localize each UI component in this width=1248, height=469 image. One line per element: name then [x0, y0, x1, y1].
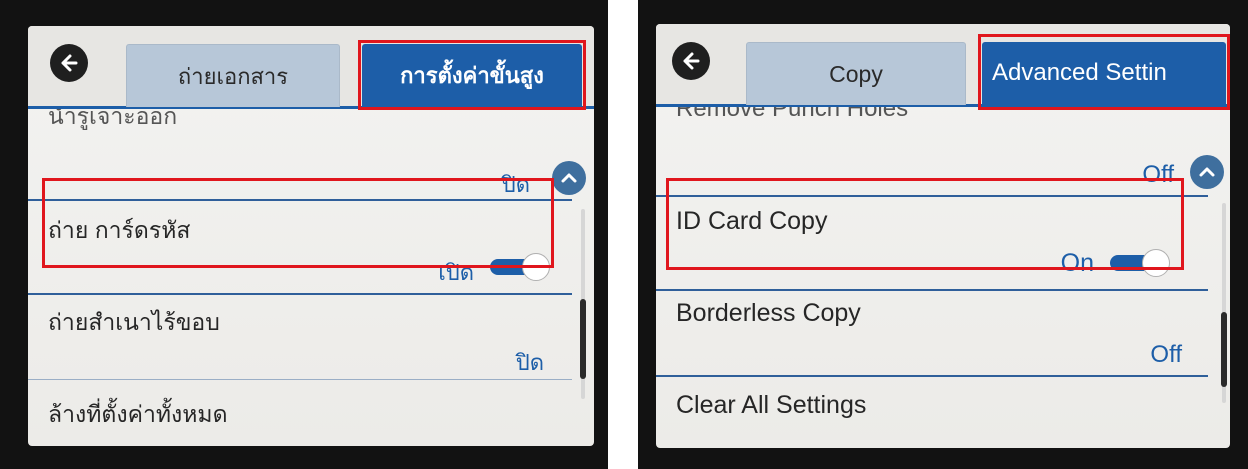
list-item-id-card-copy[interactable]: ID Card Copy On [656, 197, 1208, 289]
back-arrow-icon [683, 52, 700, 70]
back-button[interactable] [50, 44, 88, 82]
printer-screen-photo-english: Copy Advanced Settin Remove Punch Holes … [638, 0, 1248, 469]
settings-list: Remove Punch Holes Off ID Card Copy On B… [656, 107, 1230, 448]
list-item-borderless-copy[interactable]: Borderless Copy Off [656, 291, 1208, 377]
list-item-borderless-copy[interactable]: ถ่ายสำเนาไร้ขอบ ปิด [28, 295, 572, 379]
scroll-up-button[interactable] [552, 161, 586, 195]
id-card-copy-label: ถ่าย การ์ดรหัส [48, 217, 191, 243]
toggle-knob [522, 253, 550, 281]
id-card-copy-value: เปิด [438, 260, 474, 285]
list-item-id-card-copy[interactable]: ถ่าย การ์ดรหัส เปิด [28, 201, 572, 291]
list-item-clear-all-settings[interactable]: Clear All Settings [656, 377, 1208, 437]
settings-list: นำรูเจาะออก ปิด ถ่าย การ์ดรหัส เปิด ถ่าย… [28, 109, 594, 446]
chevron-up-icon [1199, 167, 1215, 177]
printer-screen-photo-thai: ถ่ายเอกสาร การตั้งค่าขั้นสูง นำรูเจาะออก… [0, 0, 608, 469]
back-button[interactable] [672, 42, 710, 80]
tab-copy[interactable]: Copy [746, 42, 966, 105]
list-item-clear-all-settings[interactable]: ล้างที่ตั้งค่าทั้งหมด [28, 381, 572, 441]
tab-copy[interactable]: ถ่ายเอกสาร [126, 44, 340, 107]
row-divider [28, 379, 572, 380]
remove-punch-holes-value: ปิด [501, 172, 530, 197]
lcd-screen: ถ่ายเอกสาร การตั้งค่าขั้นสูง นำรูเจาะออก… [28, 26, 594, 446]
chevron-up-icon [561, 173, 577, 183]
id-card-copy-label: ID Card Copy [676, 207, 828, 235]
borderless-copy-label: Borderless Copy [676, 299, 861, 327]
id-card-copy-toggle[interactable] [490, 253, 552, 281]
scrollbar-thumb[interactable] [580, 299, 586, 379]
borderless-copy-label: ถ่ายสำเนาไร้ขอบ [48, 309, 220, 335]
remove-punch-holes-value: Off [1142, 161, 1174, 188]
back-arrow-icon [61, 54, 78, 72]
toggle-knob [1142, 249, 1170, 277]
id-card-copy-value: On [1060, 249, 1094, 277]
tab-advanced-settings[interactable]: Advanced Settin [982, 42, 1226, 104]
scrollbar-thumb[interactable] [1221, 312, 1227, 387]
id-card-copy-toggle[interactable] [1110, 249, 1172, 277]
screen-header: Copy Advanced Settin [656, 24, 1230, 107]
screen-header: ถ่ายเอกสาร การตั้งค่าขั้นสูง [28, 26, 594, 109]
lcd-screen: Copy Advanced Settin Remove Punch Holes … [656, 24, 1230, 448]
borderless-copy-value: Off [1150, 341, 1182, 368]
tab-advanced-settings[interactable]: การตั้งค่าขั้นสูง [362, 44, 582, 106]
borderless-copy-value: ปิด [515, 350, 544, 375]
scroll-up-button[interactable] [1190, 155, 1224, 189]
clear-all-settings-label: ล้างที่ตั้งค่าทั้งหมด [48, 401, 228, 427]
clear-all-settings-label: Clear All Settings [676, 391, 867, 419]
